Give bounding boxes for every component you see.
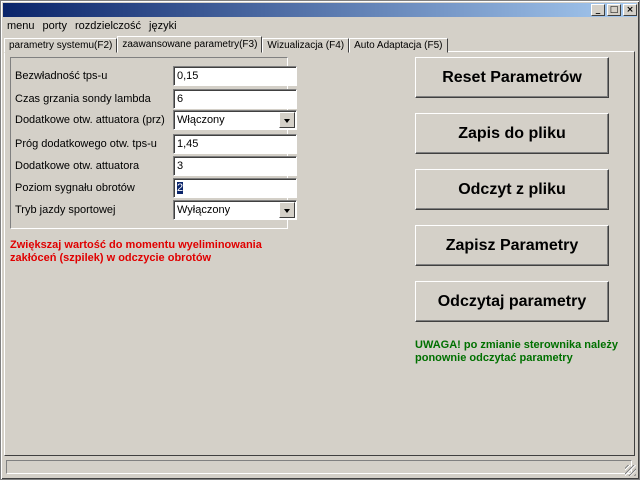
param-label: Czas grzania sondy lambda xyxy=(15,93,151,105)
param-row-tryb-jazdy: Tryb jazdy sportowej Wyłączony xyxy=(15,200,297,220)
param-label: Dodatkowe otw. attuatora xyxy=(15,160,140,172)
prog-tps-input[interactable]: 1,45 xyxy=(173,134,297,154)
param-row-poziom-sygnalu: Poziom sygnału obrotów 2 xyxy=(15,178,297,198)
maximize-button[interactable]: □ xyxy=(607,4,621,16)
param-label: Tryb jazdy sportowej xyxy=(15,204,116,216)
select-value: Wyłączony xyxy=(177,204,231,216)
save-to-file-button[interactable]: Zapis do pliku xyxy=(415,113,609,154)
param-row-dodatkowe-otw: Dodatkowe otw. attuatora 3 xyxy=(15,156,297,176)
title-bar[interactable] xyxy=(3,3,637,17)
bezwladnosc-tps-input[interactable]: 0,15 xyxy=(173,66,297,86)
read-from-file-button[interactable]: Odczyt z pliku xyxy=(415,169,609,210)
minimize-button[interactable]: _ xyxy=(591,4,605,16)
poziom-sygnalu-input[interactable]: 2 xyxy=(173,178,297,198)
param-row-dodatkowe-prz: Dodatkowe otw. attuatora (prz) Włączony xyxy=(15,110,297,130)
param-row-bezwladnosc: Bezwładność tps-u 0,15 xyxy=(15,66,297,86)
dodatkowe-otw-prz-select[interactable]: Włączony xyxy=(173,110,297,130)
chevron-down-icon[interactable] xyxy=(279,202,295,218)
dodatkowe-otw-input[interactable]: 3 xyxy=(173,156,297,176)
save-parameters-button[interactable]: Zapisz Parametry xyxy=(415,225,609,266)
green-warning-text: UWAGA! po zmianie sterownika należy pono… xyxy=(415,339,618,364)
chevron-down-icon[interactable] xyxy=(279,112,295,128)
tab-wizualizacja[interactable]: Wizualizacja (F4) xyxy=(262,38,350,53)
selected-text: 2 xyxy=(177,182,184,194)
reset-parameters-button[interactable]: Reset Parametrów xyxy=(415,57,609,98)
param-row-czas-grzania: Czas grzania sondy lambda 6 xyxy=(15,89,297,109)
menu-item-menu[interactable]: menu xyxy=(3,18,39,34)
param-label: Dodatkowe otw. attuatora (prz) xyxy=(15,114,165,126)
czas-grzania-input[interactable]: 6 xyxy=(173,89,297,109)
tab-strip: parametry systemu(F2) zaawansowane param… xyxy=(4,36,448,53)
status-bar xyxy=(6,460,632,474)
resize-grip-icon[interactable] xyxy=(625,465,636,476)
menu-item-jezyki[interactable]: języki xyxy=(145,18,181,34)
tab-auto-adaptacja[interactable]: Auto Adaptacja (F5) xyxy=(349,38,448,53)
param-row-prog-tps: Próg dodatkowego otw. tps-u 1,45 xyxy=(15,134,297,154)
window-controls: _ □ × xyxy=(591,4,637,16)
menu-item-porty[interactable]: porty xyxy=(39,18,71,34)
param-label: Próg dodatkowego otw. tps-u xyxy=(15,138,157,150)
menu-item-rozdzielczosc[interactable]: rozdzielczość xyxy=(71,18,145,34)
param-label: Bezwładność tps-u xyxy=(15,70,108,82)
select-value: Włączony xyxy=(177,114,225,126)
menu-bar: menu porty rozdzielczość języki xyxy=(3,18,181,34)
tab-zaawansowane-parametry[interactable]: zaawansowane parametry(F3) xyxy=(117,36,263,53)
read-parameters-button[interactable]: Odczytaj parametry xyxy=(415,281,609,322)
tryb-jazdy-select[interactable]: Wyłączony xyxy=(173,200,297,220)
tab-parametry-systemu[interactable]: parametry systemu(F2) xyxy=(4,38,118,53)
param-label: Poziom sygnału obrotów xyxy=(15,182,135,194)
close-button[interactable]: × xyxy=(623,4,637,16)
red-warning-text: Zwiększaj wartość do momentu wyeliminowa… xyxy=(10,239,262,264)
